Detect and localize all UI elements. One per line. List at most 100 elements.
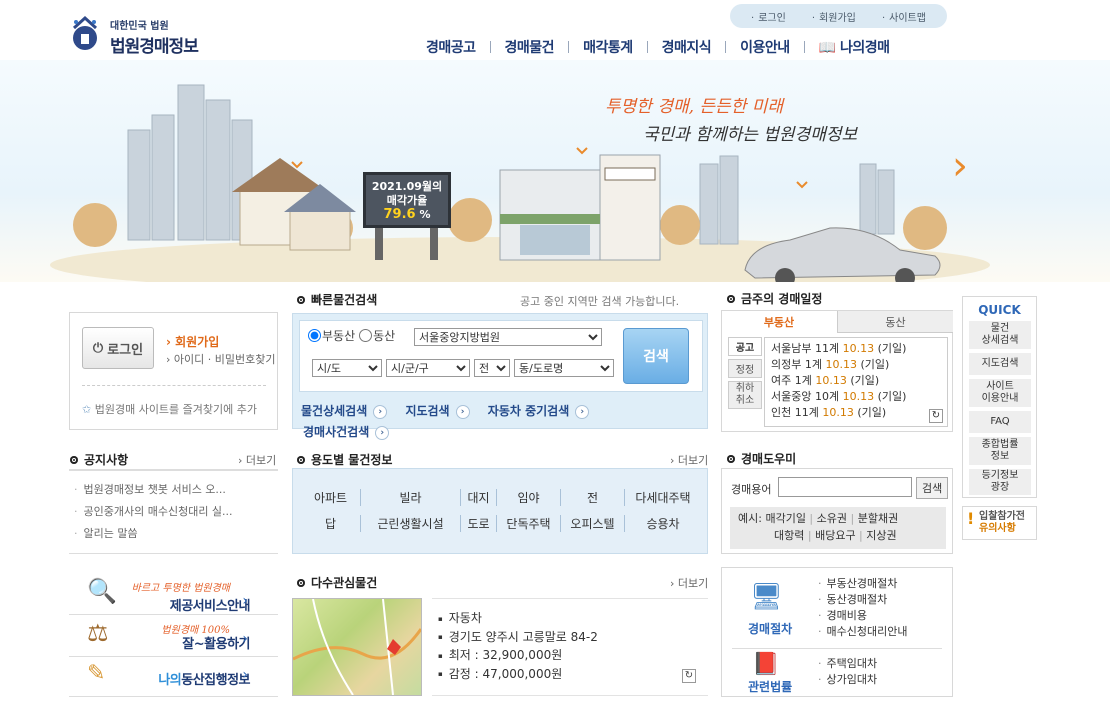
nav-usage-guide[interactable]: 이용안내 <box>726 37 804 57</box>
movable-execution-link[interactable]: ✎ 나의동산집행정보 › <box>69 657 278 697</box>
tab-correction[interactable]: 정정 <box>728 359 762 378</box>
real-estate-radio[interactable] <box>308 329 321 342</box>
usage-commercial[interactable]: 근린생활시설 <box>361 515 461 532</box>
example-term[interactable]: 소유권 <box>817 512 847 525</box>
usage-detached[interactable]: 단독주택 <box>497 515 561 532</box>
nav-auction-notice[interactable]: 경매공고 <box>412 37 490 57</box>
movable-radio[interactable] <box>359 329 373 342</box>
search-button[interactable]: 검색 <box>623 328 689 384</box>
example-term[interactable]: 매각기일 <box>765 512 805 525</box>
list-item[interactable]: 주택임대차 <box>818 656 878 672</box>
example-term[interactable]: 분할채권 <box>858 512 898 525</box>
usage-land[interactable]: 대지 <box>461 489 497 506</box>
usage-car[interactable]: 승용차 <box>625 515 701 532</box>
property-map-thumbnail[interactable] <box>292 598 423 696</box>
usage-multiplex[interactable]: 다세대주택 <box>625 489 701 506</box>
usage-apartment[interactable]: 아파트 <box>301 489 361 506</box>
map-search-link[interactable]: 지도검색 <box>405 404 449 418</box>
nav-sales-stats[interactable]: 매각통계 <box>569 37 647 57</box>
service-guide-link[interactable]: 🔍 바르고 투명한 법원경매 제공서비스안내 › <box>69 575 278 615</box>
nav-my-auction[interactable]: 📖 나의경매 <box>805 37 904 57</box>
law-label[interactable]: 관련법률 <box>748 678 792 695</box>
divider <box>82 385 266 386</box>
dong-select[interactable]: 동/도로명 <box>514 359 614 377</box>
tab-withdrawal[interactable]: 취하 취소 <box>728 381 762 409</box>
example-label: 예시: <box>738 512 762 525</box>
tab-notice[interactable]: 공고 <box>728 337 762 356</box>
procedure-label[interactable]: 경매절차 <box>748 620 792 637</box>
list-item[interactable]: 서울중앙 10계 10.13 (기일) <box>771 389 941 405</box>
area-select[interactable]: 전 <box>474 359 510 377</box>
notice-more-link[interactable]: › 더보기 <box>238 452 276 468</box>
usage-field[interactable]: 전 <box>561 489 625 506</box>
bid-caution-link[interactable]: ! 입찰참가전 유의사항 <box>962 506 1037 540</box>
list-item[interactable]: 상가임대차 <box>818 672 878 688</box>
chevron-right-icon[interactable]: › <box>373 404 388 419</box>
list-item[interactable]: 동산경매절차 <box>818 592 907 608</box>
signup-link[interactable]: 회원가입 <box>812 9 856 24</box>
court-select[interactable]: 서울중앙지방법원 <box>414 328 602 346</box>
usage-villa[interactable]: 빌라 <box>361 489 461 506</box>
chevron-right-icon: › <box>242 593 248 609</box>
property-type[interactable]: 자동차 <box>438 609 598 628</box>
term-input[interactable] <box>778 477 912 497</box>
nav-auction-knowledge[interactable]: 경매지식 <box>648 37 726 57</box>
detail-search-link[interactable]: 물건상세검색 <box>301 404 367 418</box>
login-button-label: 로그인 <box>107 342 144 358</box>
usage-forest[interactable]: 임야 <box>497 489 561 506</box>
quick-registry-info[interactable]: 등기정보 광장 <box>969 469 1031 495</box>
login-button[interactable]: ⏻ 로그인 <box>82 327 154 369</box>
usage-road[interactable]: 도로 <box>461 515 497 532</box>
nav-auction-items[interactable]: 경매물건 <box>491 37 569 57</box>
chevron-right-icon[interactable]: › <box>455 404 470 419</box>
list-item[interactable]: 여주 1계 10.13 (기일) <box>771 373 941 389</box>
tab-real-estate[interactable]: 부동산 <box>722 311 836 333</box>
quick-law-info[interactable]: 종합법률 정보 <box>969 437 1031 465</box>
schedule-type: (기일) <box>856 358 890 371</box>
list-item[interactable]: 부동산경매절차 <box>818 576 907 592</box>
example-term[interactable]: 지상권 <box>866 529 896 542</box>
usage-tips-link[interactable]: ⚖ 법원경매 100% 잘~활용하기 › <box>69 617 278 657</box>
list-item[interactable]: 경매비용 <box>818 608 907 624</box>
list-item[interactable]: 서울남부 11계 10.13 (기일) <box>771 341 941 357</box>
sitemap-link[interactable]: 사이트맵 <box>882 9 926 24</box>
chevron-right-icon[interactable]: › <box>575 404 590 419</box>
procedure-links: 부동산경매절차 동산경매절차 경매비용 매수신청대리안내 <box>818 576 908 640</box>
refresh-icon[interactable]: ↻ <box>682 669 696 683</box>
main-nav: 경매공고 경매물건 매각통계 경매지식 이용안내 📖 나의경매 <box>412 37 904 57</box>
list-item[interactable]: 매수신청대리안내 <box>818 624 908 640</box>
example-term[interactable]: 대항력 <box>774 529 804 542</box>
term-search-button[interactable]: 검색 <box>916 477 949 499</box>
popular-more-link[interactable]: › 더보기 <box>670 575 708 591</box>
quick-detail-search[interactable]: 물건 상세검색 <box>969 321 1031 349</box>
hero-next-arrow-icon[interactable]: › <box>952 146 968 186</box>
more-label: 더보기 <box>677 577 709 590</box>
refresh-icon[interactable]: ↻ <box>929 409 943 423</box>
sido-select[interactable]: 시/도 <box>312 359 382 377</box>
sale-rate-billboard[interactable]: 2021.09월의 매각가율 79.6 % <box>363 172 451 228</box>
quick-map-search[interactable]: 지도검색 <box>969 353 1031 375</box>
list-item[interactable]: 의정부 1계 10.13 (기일) <box>771 357 941 373</box>
login-link[interactable]: 로그인 <box>751 9 786 24</box>
find-account-link[interactable]: › 아이디 · 비밀번호찾기 <box>166 351 275 367</box>
case-search-link[interactable]: 경매사건검색 <box>303 425 369 439</box>
vehicle-search-link[interactable]: 자동차 중기검색 <box>488 404 569 418</box>
logo-title[interactable]: 법원경매정보 <box>110 32 199 57</box>
sigungu-select[interactable]: 시/군/구 <box>386 359 470 377</box>
add-favorite-link[interactable]: ✩ 법원경매 사이트를 즐겨찾기에 추가 <box>82 401 257 417</box>
usage-more-link[interactable]: › 더보기 <box>670 452 708 468</box>
term-examples: 예시: 매각기일 | 소유권 | 분할채권 대항력 | 배당요구 | 지상권 <box>730 507 946 549</box>
list-item[interactable]: 공인중개사의 매수신청대리 실... <box>74 501 233 523</box>
quick-faq[interactable]: FAQ <box>969 411 1031 433</box>
list-item[interactable]: 인천 11계 10.13 (기일) <box>771 405 941 421</box>
chevron-right-icon[interactable]: › <box>375 425 390 440</box>
usage-officetel[interactable]: 오피스텔 <box>561 515 625 532</box>
tab-movable[interactable]: 동산 <box>837 311 953 333</box>
signup-link[interactable]: › 회원가입 <box>166 333 219 350</box>
court-logo-icon[interactable] <box>64 14 106 56</box>
quick-site-guide[interactable]: 사이트 이용안내 <box>969 379 1031 407</box>
example-term[interactable]: 배당요구 <box>815 529 855 542</box>
usage-paddy[interactable]: 답 <box>301 515 361 532</box>
list-item[interactable]: 알리는 말씀 <box>74 523 233 545</box>
list-item[interactable]: 법원경매정보 챗봇 서비스 오... <box>74 479 233 501</box>
